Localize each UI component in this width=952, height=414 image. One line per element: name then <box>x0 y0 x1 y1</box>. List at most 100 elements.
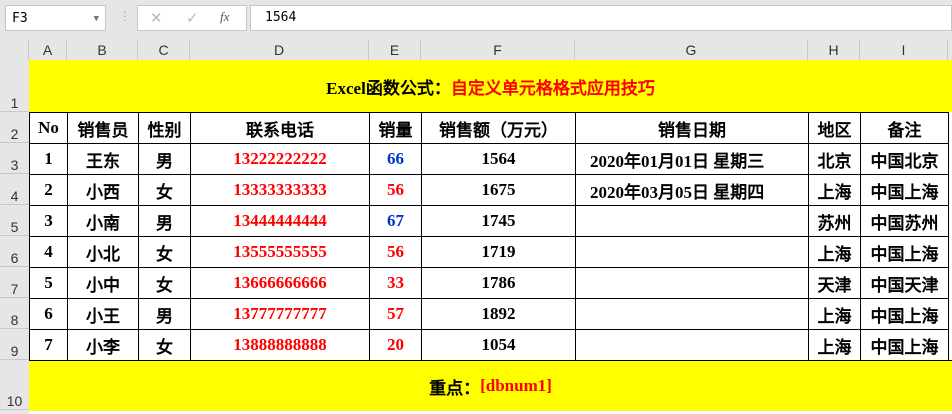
cell[interactable]: 中国天津 <box>860 267 949 299</box>
cell[interactable] <box>575 205 809 237</box>
cell[interactable]: 1675 <box>421 174 576 206</box>
column-header-B[interactable]: B <box>67 40 138 60</box>
header-cell[interactable]: 销量 <box>369 112 422 144</box>
cell[interactable] <box>575 236 809 268</box>
cell[interactable]: 女 <box>138 236 191 268</box>
column-header-E[interactable]: E <box>369 40 421 60</box>
cell[interactable]: 7 <box>29 329 68 361</box>
row-header-10[interactable]: 10 <box>0 360 29 410</box>
cell[interactable]: 北京 <box>808 143 861 175</box>
header-cell[interactable]: 备注 <box>860 112 949 144</box>
header-cell[interactable]: 销售员 <box>67 112 139 144</box>
cell[interactable]: 中国上海 <box>860 329 949 361</box>
row-header-6[interactable]: 6 <box>0 236 29 267</box>
cell[interactable]: 上海 <box>808 329 861 361</box>
cell[interactable]: 小中 <box>67 267 139 299</box>
column-header-C[interactable]: C <box>138 40 190 60</box>
row-header-8[interactable]: 8 <box>0 298 29 329</box>
cell[interactable]: 13666666666 <box>190 267 370 299</box>
cell[interactable]: 小南 <box>67 205 139 237</box>
cell[interactable]: 中国北京 <box>860 143 949 175</box>
cell[interactable]: 男 <box>138 205 191 237</box>
cell[interactable]: 男 <box>138 298 191 330</box>
column-header-D[interactable]: D <box>190 40 369 60</box>
cell[interactable]: 56 <box>369 236 422 268</box>
cell[interactable]: 小西 <box>67 174 139 206</box>
column-header-F[interactable]: F <box>421 40 575 60</box>
column-header-I[interactable]: I <box>860 40 948 60</box>
cell[interactable]: 13333333333 <box>190 174 370 206</box>
cell[interactable]: 中国上海 <box>860 236 949 268</box>
cell[interactable] <box>575 329 809 361</box>
cell[interactable]: 6 <box>29 298 68 330</box>
cell[interactable]: 13555555555 <box>190 236 370 268</box>
cell[interactable]: 3 <box>29 205 68 237</box>
cell[interactable]: 小李 <box>67 329 139 361</box>
cell[interactable]: 天津 <box>808 267 861 299</box>
row-header-9[interactable]: 9 <box>0 329 29 360</box>
fx-icon[interactable]: fx <box>220 9 229 25</box>
title-cell[interactable]: Excel函数公式： 自定义单元格格式应用技巧 <box>29 60 952 112</box>
cell[interactable]: 13444444444 <box>190 205 370 237</box>
cell[interactable]: 上海 <box>808 236 861 268</box>
cell[interactable]: 1719 <box>421 236 576 268</box>
header-cell[interactable]: 联系电话 <box>190 112 370 144</box>
chevron-down-icon[interactable]: ▼ <box>94 6 99 32</box>
cell[interactable]: 上海 <box>808 174 861 206</box>
row-header-4[interactable]: 4 <box>0 174 29 205</box>
header-cell[interactable]: 地区 <box>808 112 861 144</box>
cell[interactable]: 女 <box>138 329 191 361</box>
cell[interactable]: 小王 <box>67 298 139 330</box>
cell[interactable]: 中国上海 <box>860 298 949 330</box>
cell[interactable]: 66 <box>369 143 422 175</box>
header-cell[interactable]: 销售日期 <box>575 112 809 144</box>
cell[interactable]: 苏州 <box>808 205 861 237</box>
cell[interactable]: 1564 <box>421 143 576 175</box>
row-header-7[interactable]: 7 <box>0 267 29 298</box>
cell[interactable]: 中国上海 <box>860 174 949 206</box>
cell[interactable]: 1892 <box>421 298 576 330</box>
footer-cell[interactable]: 重点： [dbnum1] <box>29 360 952 411</box>
cell[interactable]: 2020年01月01日 星期三 <box>575 143 809 175</box>
cell[interactable]: 13777777777 <box>190 298 370 330</box>
cell[interactable]: 57 <box>369 298 422 330</box>
cell[interactable]: 56 <box>369 174 422 206</box>
name-box[interactable]: F3 ▼ <box>5 5 106 31</box>
formula-input[interactable]: 1564 <box>250 5 952 31</box>
select-all-button[interactable] <box>0 40 29 60</box>
cell[interactable]: 1786 <box>421 267 576 299</box>
header-cell[interactable]: 销售额（万元） <box>421 112 576 144</box>
cell[interactable]: 13222222222 <box>190 143 370 175</box>
row-header-2[interactable]: 2 <box>0 112 29 143</box>
cell[interactable]: 2020年03月05日 星期四 <box>575 174 809 206</box>
row-header-1[interactable]: 1 <box>0 60 29 112</box>
column-header-G[interactable]: G <box>575 40 808 60</box>
cell[interactable]: 上海 <box>808 298 861 330</box>
cell[interactable]: 1 <box>29 143 68 175</box>
cell[interactable]: 4 <box>29 236 68 268</box>
cell[interactable] <box>575 298 809 330</box>
column-header-A[interactable]: A <box>29 40 67 60</box>
cell[interactable]: 女 <box>138 267 191 299</box>
cell[interactable]: 67 <box>369 205 422 237</box>
cell[interactable]: 中国苏州 <box>860 205 949 237</box>
cell[interactable]: 33 <box>369 267 422 299</box>
column-header-H[interactable]: H <box>808 40 860 60</box>
cell[interactable]: 5 <box>29 267 68 299</box>
row-header-3[interactable]: 3 <box>0 143 29 174</box>
header-cell[interactable]: No <box>29 112 68 144</box>
cell[interactable]: 小北 <box>67 236 139 268</box>
cell[interactable]: 1745 <box>421 205 576 237</box>
drag-handle-icon[interactable]: ⋮ <box>119 9 131 24</box>
cancel-icon[interactable]: ✕ <box>150 9 163 28</box>
row-header-5[interactable]: 5 <box>0 205 29 236</box>
cell[interactable]: 女 <box>138 174 191 206</box>
cell[interactable]: 男 <box>138 143 191 175</box>
worksheet[interactable]: Excel函数公式： 自定义单元格格式应用技巧 No 销售员 性别 联系电话 销量 销售额（… <box>29 60 952 414</box>
header-cell[interactable]: 性别 <box>138 112 191 144</box>
cell[interactable]: 20 <box>369 329 422 361</box>
cell[interactable]: 1054 <box>421 329 576 361</box>
cell[interactable]: 2 <box>29 174 68 206</box>
cell[interactable]: 王东 <box>67 143 139 175</box>
cell[interactable]: 13888888888 <box>190 329 370 361</box>
